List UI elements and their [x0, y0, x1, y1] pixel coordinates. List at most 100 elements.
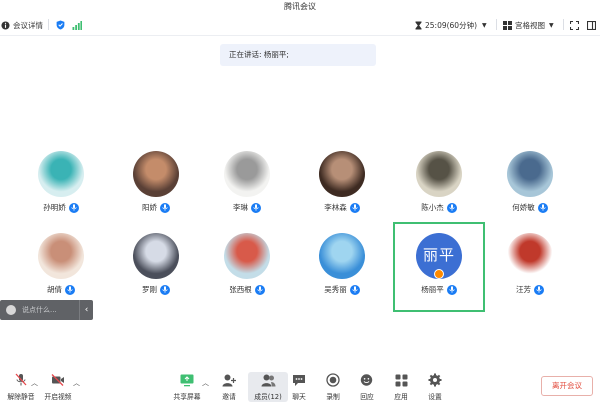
participant-tile[interactable]: 汪芳	[484, 222, 576, 312]
meeting-info-label: 会议详情	[13, 20, 43, 30]
participant-avatar	[224, 233, 270, 279]
chat-label: 聊天	[292, 393, 306, 401]
meeting-timer[interactable]: 25:09(60分钟) ▼	[415, 19, 487, 31]
members-label: 成员(12)	[254, 393, 282, 401]
shield-icon	[56, 20, 65, 30]
participant-tile[interactable]: 李琳	[201, 140, 293, 230]
fullscreen-button[interactable]	[570, 19, 579, 31]
apps-label: 应用	[394, 393, 408, 401]
start-video-button[interactable]: 开启视频	[38, 372, 78, 402]
gear-icon	[428, 373, 442, 387]
participant-name-row: 杨丽平	[395, 284, 483, 295]
mic-icon	[65, 284, 75, 295]
chat-icon	[293, 374, 305, 386]
record-label: 录制	[326, 393, 340, 401]
participant-name-row: 吴秀丽	[296, 284, 388, 295]
mic-icon	[349, 284, 360, 295]
participant-tile[interactable]: 罗刚	[110, 222, 202, 312]
participant-tile[interactable]: 李林森	[296, 140, 388, 230]
chevron-down-icon: ▼	[549, 21, 554, 29]
participant-name: 汪芳	[516, 285, 531, 294]
participant-name: 李林森	[324, 203, 347, 212]
mic-icon	[534, 284, 544, 295]
participant-tile[interactable]: 吴秀丽	[296, 222, 388, 312]
invite-label: 邀请	[222, 393, 236, 401]
participant-tile[interactable]: 孙明娇	[15, 140, 107, 230]
mic-icon	[537, 202, 548, 213]
view-mode-button[interactable]: 宫格视图 ▼	[503, 19, 554, 31]
meeting-window: 腾讯会议 会议详情 25:09(60分钟) ▼ 宫格视图 ▼ 正在讲话: 杨丽平…	[0, 0, 600, 403]
participant-tile[interactable]: 阳娇	[110, 140, 202, 230]
participant-name: 陈小杰	[421, 203, 444, 212]
title-bar: 腾讯会议	[0, 0, 600, 14]
leave-meeting-button[interactable]: 离开会议	[541, 376, 593, 396]
participant-name: 杨丽平	[421, 285, 444, 294]
participant-avatar	[416, 151, 462, 197]
meeting-info-button[interactable]: 会议详情	[1, 19, 43, 31]
participant-avatar	[319, 233, 365, 279]
share-screen-button[interactable]: 共享屏幕	[167, 372, 207, 402]
participant-name: 张西根	[229, 285, 252, 294]
bottom-toolbar: 解除静音 ︿ 开启视频 ︿ 共享屏幕 ︿ 邀请 成员(12) 聊天 录制 回应 …	[0, 368, 600, 403]
participant-name: 吴秀丽	[324, 285, 347, 294]
mic-icon	[68, 202, 79, 213]
active-speaker-banner: 正在讲话: 杨丽平;	[220, 44, 376, 66]
unmute-label: 解除静音	[7, 393, 35, 401]
participant-avatar	[507, 233, 553, 279]
participant-avatar: 丽平	[416, 233, 462, 279]
mic-icon	[251, 202, 261, 213]
participant-avatar	[224, 151, 270, 197]
participant-name-row: 汪芳	[484, 284, 576, 295]
participant-tile[interactable]: 张西根	[201, 222, 293, 312]
participant-name-row: 李琳	[201, 202, 293, 213]
signal-indicator[interactable]	[72, 19, 82, 31]
divider	[496, 19, 497, 30]
members-icon	[261, 374, 275, 386]
chat-input-bar[interactable]: 说点什么... ‹	[0, 300, 93, 320]
signal-icon	[72, 20, 82, 30]
sidebar-icon	[587, 20, 596, 30]
settings-label: 设置	[428, 393, 442, 401]
mic-icon	[254, 284, 265, 295]
participant-name-row: 孙明娇	[15, 202, 107, 213]
participant-avatar	[507, 151, 553, 197]
fullscreen-icon	[570, 20, 579, 30]
participant-tile[interactable]: 胡倩	[15, 222, 107, 312]
participant-name-row: 罗刚	[110, 284, 202, 295]
participant-name: 罗刚	[142, 285, 157, 294]
participant-avatar	[319, 151, 365, 197]
security-shield-button[interactable]	[56, 19, 65, 31]
emoji-icon[interactable]	[6, 305, 16, 315]
participant-avatar	[133, 233, 179, 279]
chat-placeholder: 说点什么...	[22, 306, 57, 314]
info-icon	[1, 20, 10, 30]
participant-avatar	[38, 233, 84, 279]
divider	[48, 19, 49, 30]
participant-tile[interactable]: 何娇敏	[484, 140, 576, 230]
audio-options-chevron-icon[interactable]: ︿	[31, 378, 38, 388]
muted-mic-icon	[15, 373, 27, 386]
start-video-label: 开启视频	[44, 393, 72, 401]
collapse-chat-icon[interactable]: ‹	[79, 300, 93, 320]
share-options-chevron-icon[interactable]: ︿	[202, 378, 209, 388]
share-screen-label: 共享屏幕	[173, 393, 201, 401]
participant-tile[interactable]: 陈小杰	[393, 140, 485, 230]
participant-name: 孙明娇	[43, 203, 66, 212]
participant-name: 胡倩	[47, 285, 62, 294]
record-icon	[326, 373, 340, 387]
invite-button[interactable]: 邀请	[209, 372, 249, 402]
participant-tile[interactable]: 丽平杨丽平	[393, 222, 485, 312]
mic-icon	[446, 284, 457, 295]
divider	[563, 19, 564, 30]
view-mode-label: 宫格视图	[515, 20, 545, 30]
participant-name-row: 陈小杰	[393, 202, 485, 213]
reaction-label: 回应	[360, 393, 374, 401]
host-badge-icon	[434, 269, 444, 279]
participant-avatar	[133, 151, 179, 197]
participant-name-row: 阳娇	[110, 202, 202, 213]
apps-icon	[395, 374, 407, 386]
settings-button[interactable]: 设置	[415, 372, 455, 402]
window-title: 腾讯会议	[284, 2, 316, 11]
sidebar-toggle-button[interactable]	[587, 19, 596, 31]
video-options-chevron-icon[interactable]: ︿	[73, 378, 80, 388]
